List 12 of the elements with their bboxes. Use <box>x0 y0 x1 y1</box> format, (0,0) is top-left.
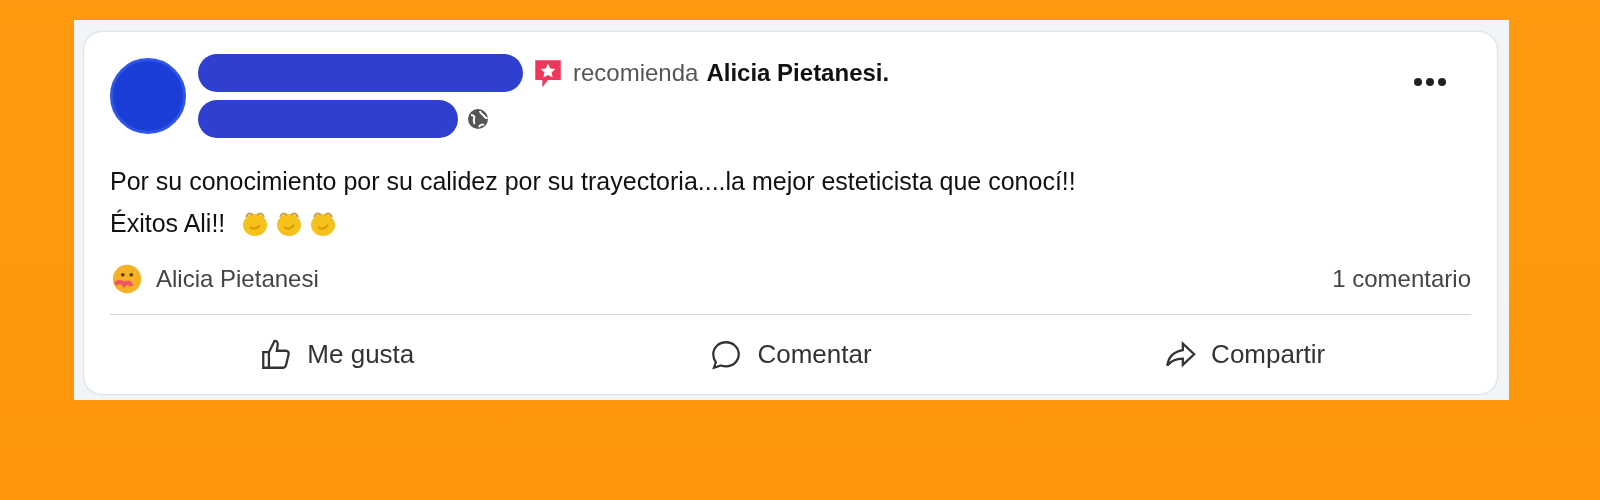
share-button[interactable]: Compartir <box>1017 329 1471 380</box>
post-text: Éxitos Ali!! <box>110 208 226 239</box>
comment-count-link[interactable]: 1 comentario <box>1332 265 1471 293</box>
more-options-icon[interactable] <box>1413 77 1447 87</box>
like-button[interactable]: Me gusta <box>110 329 564 380</box>
globe-icon <box>466 107 490 131</box>
recommendation-text: recomienda <box>573 59 699 87</box>
reactor-name[interactable]: Alicia Pietanesi <box>156 265 319 293</box>
care-reaction-icon <box>110 262 144 296</box>
page-name-link[interactable]: Alicia Pietanesi. <box>706 59 890 87</box>
post-text: Por su conocimiento por su calidez por su trayectoria....la mejor esteticista que conocí!! <box>110 166 1076 197</box>
comment-button[interactable]: Comentar <box>563 329 1018 380</box>
